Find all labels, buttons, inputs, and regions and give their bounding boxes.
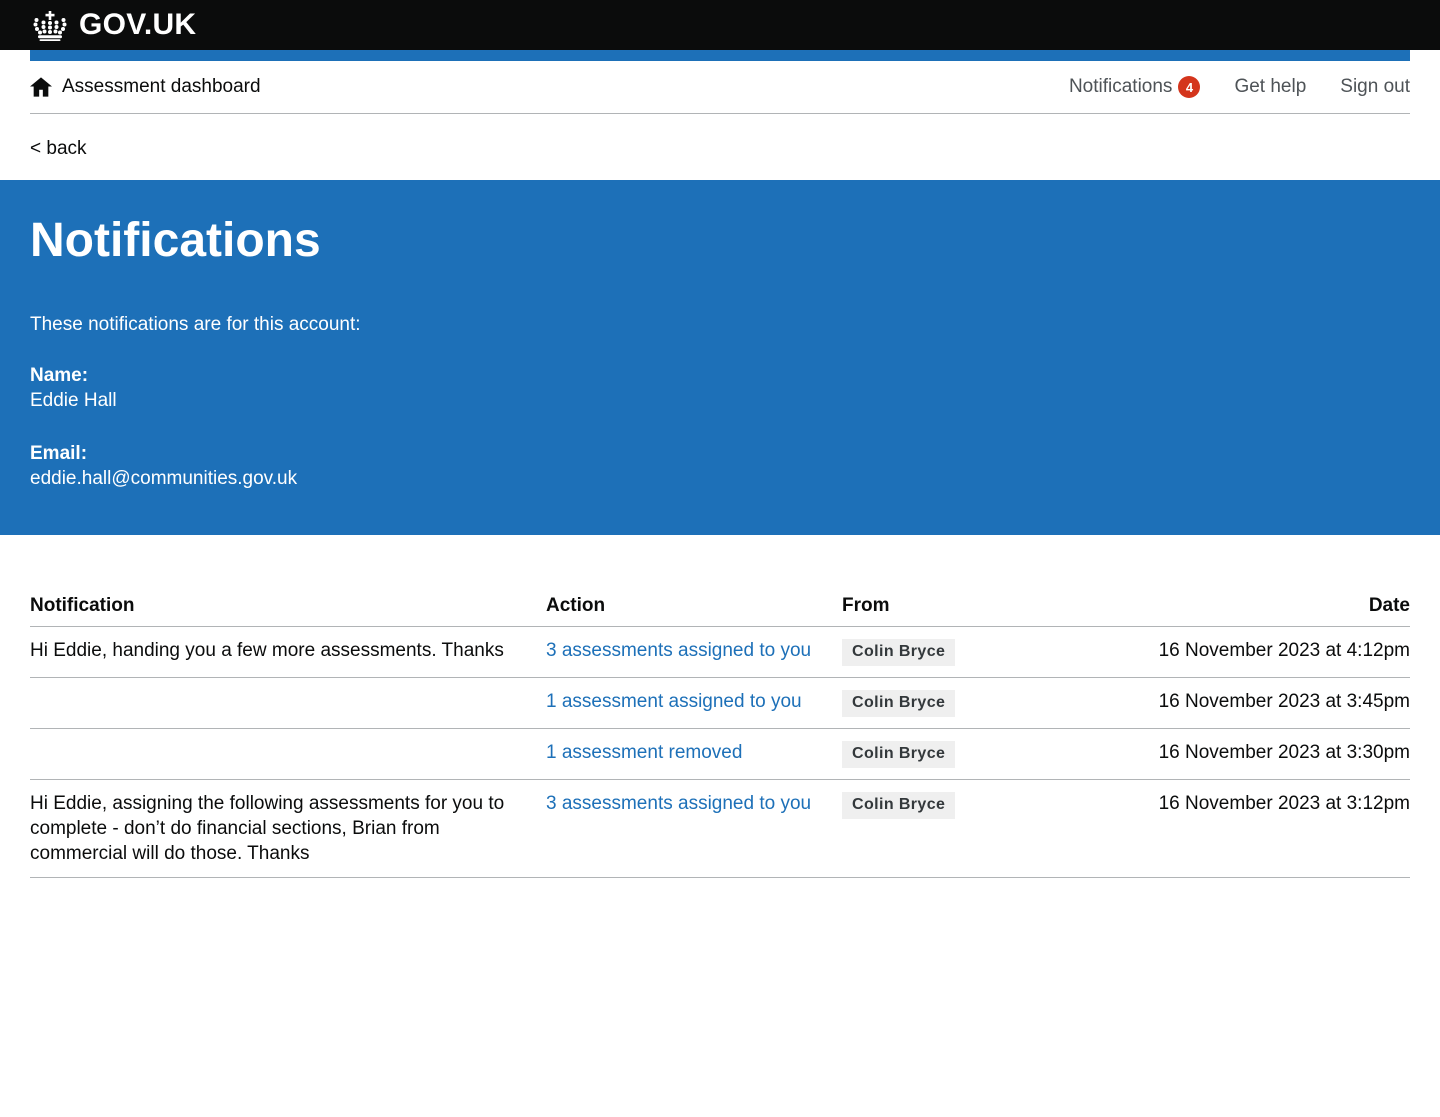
nav-sign-out-link[interactable]: Sign out: [1340, 76, 1410, 98]
notification-message: Hi Eddie, handing you a few more assessm…: [30, 626, 546, 678]
notifications-table: Notification Action From Date Hi Eddie, …: [30, 595, 1410, 878]
action-link[interactable]: 1 assessment removed: [546, 742, 742, 763]
from-tag: Colin Bryce: [842, 639, 956, 666]
govuk-logo-text: GOV.UK: [79, 8, 197, 41]
table-header-row: Notification Action From Date: [30, 595, 1410, 627]
col-header-action: Action: [546, 595, 842, 627]
name-label: Name:: [30, 365, 89, 386]
notifications-table-section: Notification Action From Date Hi Eddie, …: [30, 535, 1410, 878]
col-header-from: From: [842, 595, 1142, 627]
from-tag: Colin Bryce: [842, 690, 956, 717]
table-row: 1 assessment assigned to you Colin Bryce…: [30, 677, 1410, 729]
nav-dashboard-label: Assessment dashboard: [62, 76, 261, 97]
action-link[interactable]: 1 assessment assigned to you: [546, 691, 802, 712]
nav-right-links: Notifications 4 Get help Sign out: [1069, 76, 1410, 98]
date-value: 16 November 2023 at 3:30pm: [1142, 728, 1410, 780]
nav-notifications-link[interactable]: Notifications 4: [1069, 76, 1201, 98]
back-link[interactable]: < back: [30, 138, 87, 159]
col-header-date: Date: [1142, 595, 1410, 627]
email-label: Email:: [30, 443, 88, 464]
table-row: 1 assessment removed Colin Bryce 16 Nove…: [30, 728, 1410, 780]
date-value: 16 November 2023 at 4:12pm: [1142, 626, 1410, 678]
notification-count-badge: 4: [1178, 76, 1201, 98]
name-value: Eddie Hall: [30, 390, 117, 411]
notification-message: [30, 728, 546, 780]
date-value: 16 November 2023 at 3:12pm: [1142, 779, 1410, 878]
notification-message: Hi Eddie, assigning the following assess…: [30, 779, 546, 878]
account-email-group: Email: eddie.hall@communities.gov.uk: [30, 441, 1410, 491]
from-tag: Colin Bryce: [842, 741, 956, 768]
govuk-logo-link[interactable]: GOV.UK: [30, 10, 196, 41]
account-name-group: Name: Eddie Hall: [30, 363, 1410, 413]
govuk-header: GOV.UK: [0, 0, 1440, 50]
back-row: < back: [30, 114, 1410, 180]
col-header-notification: Notification: [30, 595, 546, 627]
hero-intro: These notifications are for this account…: [30, 314, 361, 335]
nav-assessment-dashboard[interactable]: Assessment dashboard: [30, 76, 261, 98]
email-value: eddie.hall@communities.gov.uk: [30, 468, 298, 489]
notification-message: [30, 677, 546, 729]
notifications-hero: Notifications These notifications are fo…: [0, 180, 1440, 535]
table-row: Hi Eddie, handing you a few more assessm…: [30, 626, 1410, 678]
action-link[interactable]: 3 assessments assigned to you: [546, 640, 811, 661]
service-nav: Assessment dashboard Notifications 4 Get…: [30, 61, 1410, 114]
table-row: Hi Eddie, assigning the following assess…: [30, 779, 1410, 878]
from-tag: Colin Bryce: [842, 792, 956, 819]
action-link[interactable]: 3 assessments assigned to you: [546, 793, 811, 814]
nav-notifications-label: Notifications: [1068, 76, 1173, 97]
page-title: Notifications: [30, 214, 321, 267]
nav-get-help-link[interactable]: Get help: [1234, 76, 1306, 98]
header-blue-bar: [30, 50, 1410, 61]
crown-icon: [30, 10, 70, 41]
date-value: 16 November 2023 at 3:45pm: [1142, 677, 1410, 729]
home-icon: [30, 77, 52, 97]
